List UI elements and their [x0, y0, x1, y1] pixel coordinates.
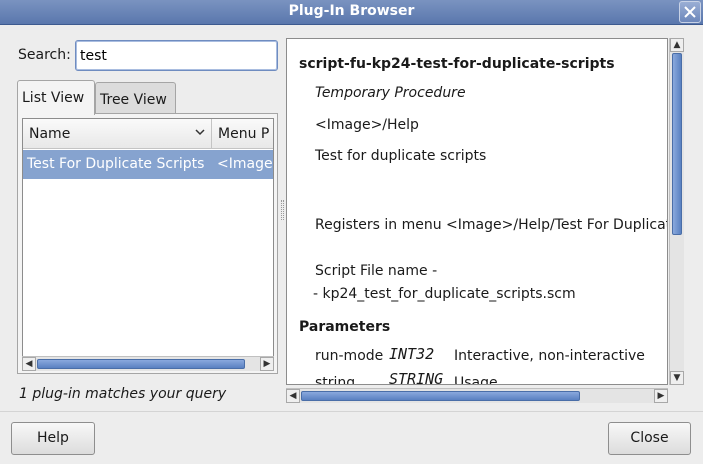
- scroll-down-button[interactable]: ▼: [670, 371, 684, 385]
- window-close-button[interactable]: [679, 1, 701, 23]
- scrollbar-thumb[interactable]: [301, 391, 580, 401]
- parameters-heading: Parameters: [299, 319, 391, 335]
- chevron-down-icon: [195, 129, 205, 136]
- scroll-left-button[interactable]: ◀: [22, 357, 36, 371]
- script-file-name: - kp24_test_for_duplicate_scripts.scm: [313, 286, 576, 302]
- param-name: string: [315, 375, 356, 385]
- param-type: STRING: [389, 370, 444, 385]
- param-description: Usage: [454, 375, 498, 385]
- procedure-type: Temporary Procedure: [315, 85, 466, 101]
- scroll-left-button[interactable]: ◀: [286, 389, 300, 403]
- scrollbar-thumb[interactable]: [37, 359, 245, 369]
- status-text: 1 plug-in matches your query: [19, 386, 227, 402]
- search-label: Search:: [18, 47, 71, 63]
- scrollbar-thumb[interactable]: [672, 53, 682, 235]
- search-input[interactable]: [75, 40, 278, 71]
- close-icon: [684, 6, 696, 18]
- column-header-name[interactable]: Name: [23, 119, 212, 149]
- script-file-label: Script File name -: [315, 263, 438, 279]
- scroll-right-button[interactable]: ▶: [260, 357, 274, 371]
- procedure-detail-pane: script-fu-kp24-test-for-duplicate-script…: [286, 38, 668, 385]
- procedure-name: script-fu-kp24-test-for-duplicate-script…: [299, 56, 615, 72]
- detail-vertical-scrollbar[interactable]: ▲ ▼: [669, 38, 684, 385]
- pane-splitter[interactable]: [281, 200, 284, 220]
- close-button[interactable]: Close: [608, 422, 691, 455]
- title-bar: Plug-In Browser: [0, 0, 703, 25]
- tab-list-view[interactable]: List View: [17, 80, 95, 115]
- divider: [0, 411, 703, 412]
- detail-horizontal-scrollbar[interactable]: ◀ ▶: [286, 388, 668, 403]
- column-header-name-label: Name: [29, 126, 71, 142]
- table-row[interactable]: Test For Duplicate Scripts <Image>: [23, 150, 273, 179]
- window-title: Plug-In Browser: [288, 3, 415, 19]
- row-menu-path: <Image>: [217, 156, 273, 172]
- column-header-menu-path[interactable]: Menu P: [212, 119, 273, 149]
- help-button[interactable]: Help: [11, 422, 95, 455]
- param-type: INT32: [389, 345, 435, 363]
- row-name: Test For Duplicate Scripts: [27, 156, 205, 172]
- scroll-right-button[interactable]: ▶: [654, 389, 668, 403]
- procedure-help: Registers in menu <Image>/Help/Test For …: [315, 217, 668, 233]
- tab-tree-view[interactable]: Tree View: [95, 82, 176, 115]
- param-name: run-mode: [315, 348, 384, 364]
- param-description: Interactive, non-interactive: [454, 348, 645, 364]
- plugin-list[interactable]: Name Menu P Test For Duplicate Scripts <…: [22, 118, 274, 371]
- procedure-menu: <Image>/Help: [315, 117, 419, 133]
- scroll-up-button[interactable]: ▲: [670, 38, 684, 52]
- procedure-blurb: Test for duplicate scripts: [315, 148, 487, 164]
- list-horizontal-scrollbar[interactable]: ◀ ▶: [22, 356, 274, 371]
